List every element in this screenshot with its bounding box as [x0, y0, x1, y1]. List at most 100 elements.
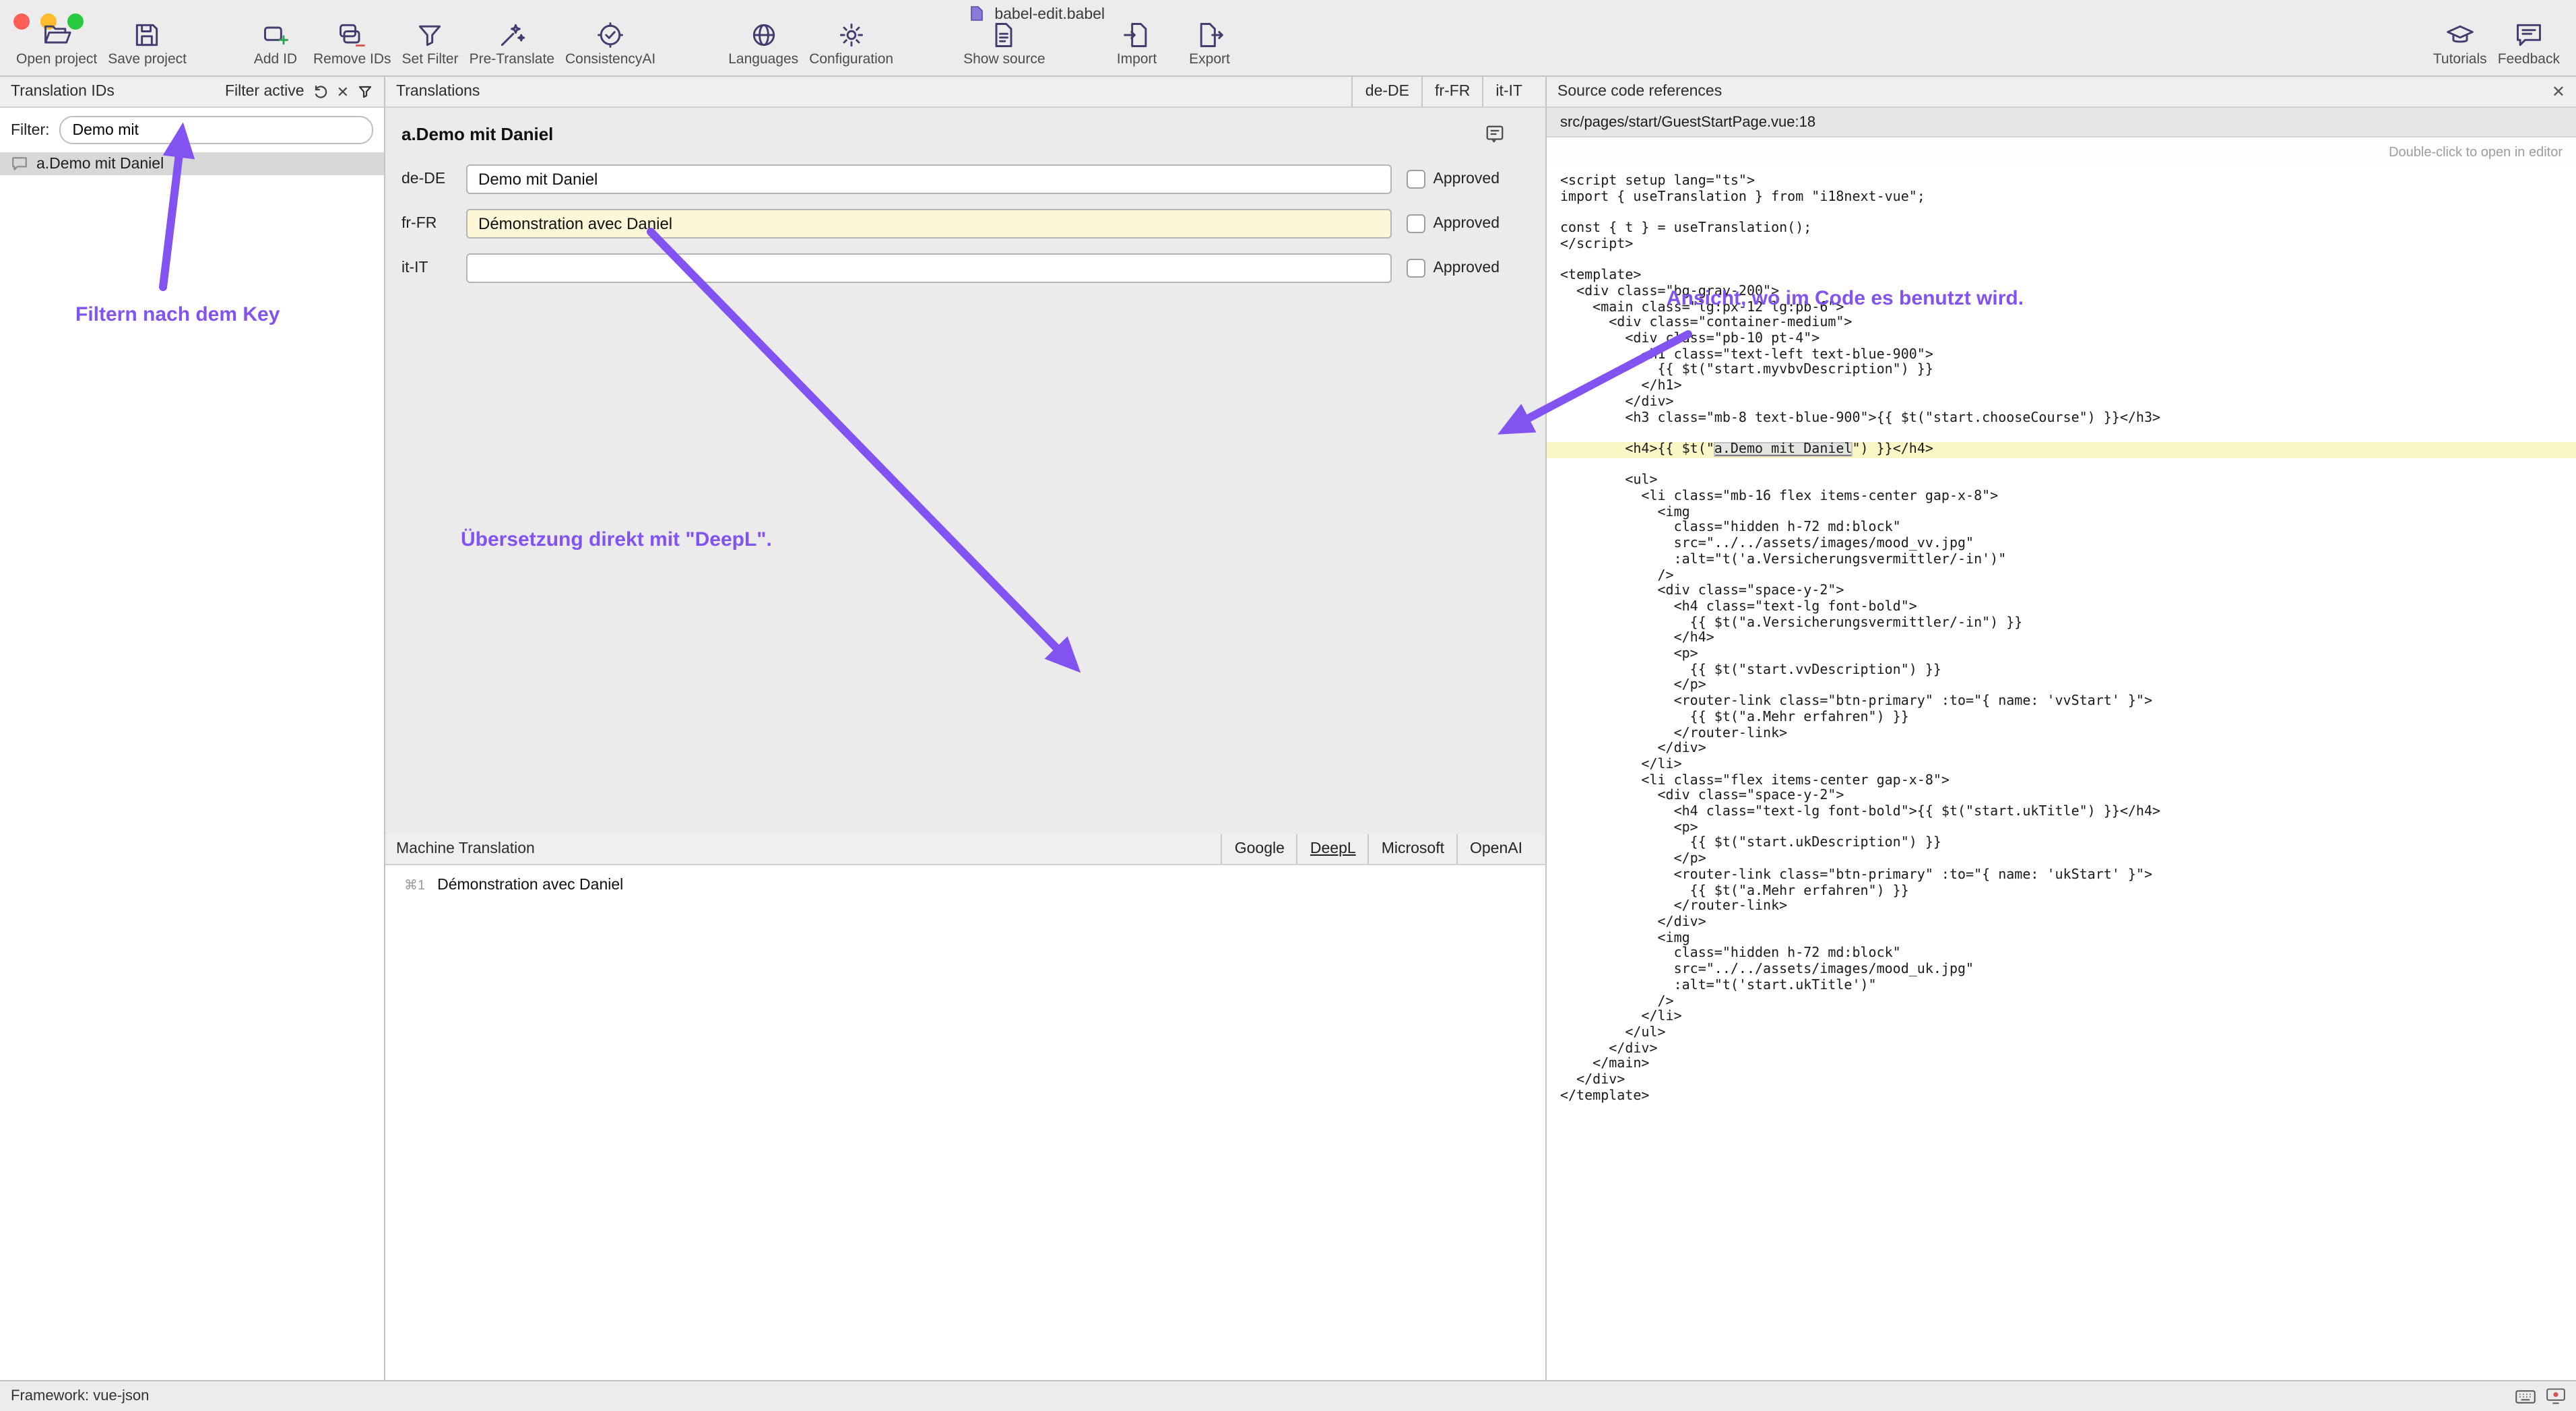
code-line: <router-link class="btn-primary" :to="{ …	[1560, 868, 2576, 883]
code-line: <template>	[1560, 268, 2576, 284]
language-label: de-DE	[401, 171, 466, 187]
deepl-button[interactable]: DeepL	[1297, 834, 1368, 864]
code-listing[interactable]: <script setup lang="ts">import { useTran…	[1547, 167, 2576, 1383]
toolbar-remove-ids[interactable]: Remove IDs	[308, 19, 397, 67]
toolbar-tutorials[interactable]: Tutorials	[2428, 19, 2492, 67]
toolbar-set-filter[interactable]: Set Filter	[397, 19, 464, 67]
code-line: <li class="mb-16 flex items-center gap-x…	[1560, 489, 2576, 505]
toolbar-import[interactable]: Import	[1105, 19, 1169, 67]
mt-providers: Google DeepL Microsoft OpenAI	[1221, 834, 1535, 864]
filter-toggle-icon[interactable]	[357, 84, 373, 100]
refresh-icon[interactable]	[313, 84, 329, 100]
toolbar-show-source[interactable]: Show source	[958, 19, 1050, 67]
code-line: <ul>	[1560, 474, 2576, 489]
toolbar-languages[interactable]: Languages	[723, 19, 804, 67]
mt-suggestion-row[interactable]: ⌘1 Démonstration avec Daniel	[385, 865, 1545, 893]
add-id-icon	[261, 19, 290, 50]
google-translate-button[interactable]: Google	[1221, 834, 1297, 864]
code-line: <h1 class="text-left text-blue-900">	[1560, 347, 2576, 363]
keyboard-icon[interactable]	[2515, 1389, 2536, 1404]
code-line: import { useTranslation } from "i18next-…	[1560, 189, 2576, 205]
toolbar-configuration[interactable]: Configuration	[804, 19, 899, 67]
window-header: babel-edit.babel Open project Save proje…	[0, 0, 2576, 77]
code-line: <div class="container-medium">	[1560, 316, 2576, 332]
toolbar-feedback[interactable]: Feedback	[2492, 19, 2565, 67]
screen-record-icon[interactable]	[2546, 1388, 2565, 1404]
toolbar-export[interactable]: Export	[1178, 19, 1242, 67]
toolbar-open-project[interactable]: Open project	[11, 19, 102, 67]
microsoft-translate-button[interactable]: Microsoft	[1368, 834, 1456, 864]
approved-checkbox-it-IT[interactable]	[1407, 259, 1425, 278]
editor-hint-row: Double-click to open in editor	[1547, 137, 2576, 167]
code-line: <div class="space-y-2">	[1560, 789, 2576, 805]
approved-label: Approved	[1434, 171, 1500, 187]
toolbar: Open project Save project Add ID Remove …	[0, 19, 2576, 67]
language-tabs: de-DE fr-FR it-IT	[1352, 77, 1535, 106]
code-line: const { t } = useTranslation();	[1560, 221, 2576, 237]
remove-ids-icon	[337, 19, 367, 50]
toolbar-add-id[interactable]: Add ID	[243, 19, 308, 67]
code-line: <img	[1560, 931, 2576, 946]
source-references-header: Source code references ✕	[1547, 77, 2576, 108]
code-line: </div>	[1560, 742, 2576, 757]
approved-label: Approved	[1434, 216, 1500, 232]
toolbar-consistency-ai[interactable]: ConsistencyAI	[560, 19, 661, 67]
source-reference-row[interactable]: src/pages/start/GuestStartPage.vue:18	[1547, 108, 2576, 137]
approved-label: Approved	[1434, 260, 1500, 276]
feedback-bubble-icon	[2514, 19, 2544, 50]
translation-id-item[interactable]: a.Demo mit Daniel	[0, 152, 384, 175]
code-line: </li>	[1560, 1009, 2576, 1025]
export-icon	[1195, 19, 1225, 50]
tutorials-icon	[2445, 19, 2475, 50]
highlighted-code-line: <h4>{{ $t("a.Demo mit Daniel") }}</h4>	[1547, 442, 2576, 458]
close-panel-icon[interactable]: ✕	[2552, 84, 2565, 100]
code-line: <main class="lg:px-12 lg:pb-6">	[1560, 300, 2576, 315]
code-line: <p>	[1560, 821, 2576, 836]
code-line: {{ $t("start.ukDescription") }}	[1560, 836, 2576, 852]
code-line: <p>	[1560, 647, 2576, 662]
code-line: class="hidden h-72 md:block"	[1560, 521, 2576, 536]
openai-translate-button[interactable]: OpenAI	[1456, 834, 1535, 864]
translation-input-it-IT[interactable]	[466, 253, 1392, 283]
source-code-references-panel: Source code references ✕ src/pages/start…	[1547, 77, 2576, 1383]
save-icon	[133, 19, 162, 50]
code-line: {{ $t("a.Mehr erfahren") }}	[1560, 710, 2576, 726]
code-line: </h1>	[1560, 379, 2576, 394]
code-line: </p>	[1560, 852, 2576, 867]
translation-input-de-DE[interactable]	[466, 164, 1392, 194]
id-filter-input[interactable]	[59, 116, 374, 144]
translation-row-it-IT: it-IT Approved	[401, 253, 1529, 283]
translation-row-de-DE: de-DE Approved	[401, 164, 1529, 194]
gear-icon	[837, 19, 866, 50]
code-line: />	[1560, 568, 2576, 584]
tab-fr-FR[interactable]: fr-FR	[1421, 77, 1482, 106]
toolbar-pre-translate[interactable]: Pre-Translate	[464, 19, 560, 67]
magic-wand-icon	[497, 19, 527, 50]
toolbar-save-project[interactable]: Save project	[102, 19, 192, 67]
approved-checkbox-fr-FR[interactable]	[1407, 214, 1425, 233]
approved-checkbox-de-DE[interactable]	[1407, 170, 1425, 189]
comment-note-icon[interactable]	[1485, 124, 1505, 144]
code-line: :alt="t('start.ukTitle')"	[1560, 978, 2576, 994]
code-line: <img	[1560, 505, 2576, 520]
import-icon	[1122, 19, 1152, 50]
code-line: </div>	[1560, 395, 2576, 410]
tab-de-DE[interactable]: de-DE	[1352, 77, 1421, 106]
translation-ids-header: Translation IDs Filter active ✕	[0, 77, 384, 108]
code-line: {{ $t("a.Versicherungsvermittler/-in") }…	[1560, 615, 2576, 631]
clear-filter-icon[interactable]: ✕	[337, 83, 349, 100]
code-line: {{ $t("start.vvDescription") }}	[1560, 662, 2576, 678]
code-line: </router-link>	[1560, 900, 2576, 915]
code-line: </h4>	[1560, 631, 2576, 647]
code-line: </div>	[1560, 915, 2576, 931]
code-line: </div>	[1560, 1073, 2576, 1088]
translation-input-fr-FR[interactable]	[466, 209, 1392, 239]
code-line	[1560, 458, 2576, 473]
panel-title: Translation IDs	[11, 84, 115, 100]
open-folder-icon	[42, 19, 71, 50]
filter-row: Filter:	[0, 108, 384, 152]
language-label: it-IT	[401, 260, 466, 276]
tab-it-IT[interactable]: it-IT	[1482, 77, 1535, 106]
translation-row-fr-FR: fr-FR Approved	[401, 209, 1529, 239]
machine-translation-area: ⌘1 Démonstration avec Daniel	[385, 865, 1545, 1383]
